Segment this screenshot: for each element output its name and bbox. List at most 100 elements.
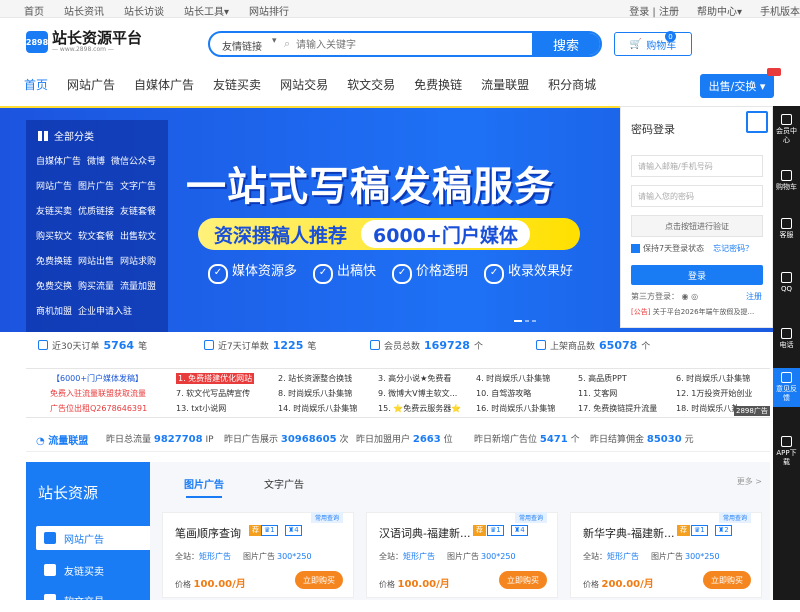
- category-link[interactable]: 商机加盟: [36, 304, 72, 317]
- ad-card[interactable]: 常用查询 笔画顺序查询 荐 ♛1 ♜4 全站：矩形广告 图片广告 300*250 价…: [162, 512, 354, 598]
- wechat-icon[interactable]: ◎: [691, 292, 698, 301]
- ad-card[interactable]: 常用查询 汉语词典-福建新... 荐 ♛1 ♜4 全站：矩形广告 图片广告 300*…: [366, 512, 558, 598]
- resources-menu-site-ads[interactable]: 网站广告: [36, 526, 150, 550]
- category-link[interactable]: 出售软文: [120, 229, 156, 242]
- search-category-select[interactable]: 友情链接: [222, 38, 262, 53]
- search-input[interactable]: [296, 37, 526, 53]
- text-ad[interactable]: 15. ⭐免费云服务器⭐: [378, 403, 461, 414]
- account-field[interactable]: 请输入邮箱/手机号码: [631, 155, 763, 177]
- category-link[interactable]: 免费交换: [36, 279, 72, 292]
- mobile-version-link[interactable]: 手机版本: [760, 3, 800, 18]
- password-field[interactable]: 请输入您的密码: [631, 185, 763, 207]
- text-ad[interactable]: 5. 高品质PPT: [578, 373, 627, 384]
- top-link-news[interactable]: 站长资讯: [64, 3, 104, 18]
- traffic-union-title[interactable]: ◔ 流量联盟: [36, 432, 88, 447]
- nav-item-links[interactable]: 友链买卖: [213, 76, 261, 93]
- top-link-home[interactable]: 首页: [24, 3, 44, 18]
- top-link-tools[interactable]: 站长工具▾: [184, 3, 229, 18]
- resources-menu-links[interactable]: 友链买卖: [36, 558, 150, 582]
- text-ad[interactable]: 4. 时尚娱乐八卦集锦: [476, 373, 550, 384]
- login-register-link[interactable]: 登录 | 注册: [629, 3, 679, 18]
- card-name[interactable]: 笔画顺序查询: [175, 525, 241, 541]
- buy-now-button[interactable]: 立即购买: [295, 571, 343, 589]
- top-link-interview[interactable]: 站长访谈: [124, 3, 164, 18]
- chevron-down-icon[interactable]: ▾: [272, 36, 277, 46]
- text-ad[interactable]: 2. 站长资源整合换钱: [278, 373, 352, 384]
- text-ad[interactable]: 1. 免费搭建优化网站: [176, 373, 255, 384]
- text-ad[interactable]: 10. 自驾游攻略: [476, 388, 531, 399]
- carousel-dot[interactable]: [514, 320, 522, 322]
- text-ad[interactable]: 17. 免费换链提升流量: [578, 403, 657, 414]
- text-ad[interactable]: 6. 时尚娱乐八卦集锦: [676, 373, 750, 384]
- buy-now-button[interactable]: 立即购买: [499, 571, 547, 589]
- login-button[interactable]: 登录: [631, 265, 763, 285]
- category-link[interactable]: 优质链接: [78, 204, 114, 217]
- category-link[interactable]: 软文套餐: [78, 229, 114, 242]
- cart-button[interactable]: 🛒 购物车 0: [614, 31, 692, 56]
- forgot-password-link[interactable]: 忘记密码？: [713, 243, 753, 254]
- nav-item-site-ads[interactable]: 网站广告: [67, 76, 115, 93]
- sidebar-cart[interactable]: 购物车: [773, 170, 800, 192]
- sidebar-phone[interactable]: 电话: [773, 328, 800, 350]
- carousel-dot[interactable]: [532, 320, 536, 322]
- category-link[interactable]: 网站广告: [36, 179, 72, 192]
- help-center-link[interactable]: 帮助中心▾: [697, 3, 742, 18]
- category-link[interactable]: 友链套餐: [120, 204, 156, 217]
- category-link[interactable]: 自媒体广告: [36, 154, 81, 167]
- nav-item-points-mall[interactable]: 积分商城: [548, 76, 596, 93]
- category-link[interactable]: 微信公众号: [111, 154, 156, 167]
- text-ad[interactable]: 3. 高分小说★免费看: [378, 373, 451, 384]
- category-link[interactable]: 购买流量: [78, 279, 114, 292]
- nav-item-home[interactable]: 首页: [24, 76, 48, 93]
- category-link[interactable]: 图片广告: [78, 179, 114, 192]
- sidebar-feedback[interactable]: 意见反馈: [773, 368, 800, 407]
- more-link[interactable]: 更多 >: [737, 476, 762, 487]
- text-ad[interactable]: 11. 艾客网: [578, 388, 617, 399]
- nav-item-media-ads[interactable]: 自媒体广告: [134, 76, 194, 93]
- text-ad[interactable]: 7. 软文代写品牌宣传: [176, 388, 250, 399]
- buy-now-button[interactable]: 立即购买: [703, 571, 751, 589]
- carousel-dots[interactable]: [514, 320, 536, 322]
- sidebar-app-download[interactable]: APP下载: [773, 436, 800, 467]
- text-ad[interactable]: 9. 微博大V博主软文...: [378, 388, 457, 399]
- text-ad[interactable]: 8. 时尚娱乐八卦集锦: [278, 388, 352, 399]
- category-link[interactable]: 友链买卖: [36, 204, 72, 217]
- nav-item-site-trade[interactable]: 网站交易: [280, 76, 328, 93]
- category-link[interactable]: 网站出售: [78, 254, 114, 267]
- tab-text-ads[interactable]: 文字广告: [264, 476, 304, 491]
- text-ad[interactable]: 13. txt小说网: [176, 403, 226, 414]
- nav-item-article-trade[interactable]: 软文交易: [347, 76, 395, 93]
- notice[interactable]: [公告] 关于平台2026年端午放假及提...: [631, 307, 754, 317]
- resources-menu-articles[interactable]: 软文交易: [36, 588, 150, 612]
- category-link[interactable]: 免费换链: [36, 254, 72, 267]
- text-ad[interactable]: 14. 时尚娱乐八卦集锦: [278, 403, 357, 414]
- card-name[interactable]: 汉语词典-福建新...: [379, 525, 470, 541]
- tab-image-ads[interactable]: 图片广告: [184, 476, 224, 491]
- sell-exchange-button[interactable]: 出售/交换 ▾: [700, 74, 774, 98]
- text-ad[interactable]: 16. 时尚娱乐八卦集锦: [476, 403, 555, 414]
- nav-item-free-exchange[interactable]: 免费换链: [414, 76, 462, 93]
- text-ad[interactable]: 免费入驻流量联盟获取流量: [50, 388, 146, 399]
- text-ad[interactable]: 【6000+门户媒体发稿】: [52, 373, 143, 384]
- top-link-ranking[interactable]: 网站排行: [249, 3, 289, 18]
- category-link[interactable]: 微博: [87, 154, 105, 167]
- text-ad[interactable]: 12. 1万投资开始创业: [676, 388, 752, 399]
- category-link[interactable]: 流量加盟: [120, 279, 156, 292]
- remember-login[interactable]: 保持7天登录状态 忘记密码？: [631, 243, 753, 254]
- ad-card[interactable]: 常用查询 新华字典-福建新... 荐 ♛1 ♜2 全站：矩形广告 图片广告 300*…: [570, 512, 762, 598]
- card-name[interactable]: 新华字典-福建新...: [583, 525, 674, 541]
- category-link[interactable]: 企业申请入驻: [78, 304, 132, 317]
- sidebar-qq[interactable]: QQ: [773, 272, 800, 294]
- text-ad[interactable]: 广告位出租Q2678646391: [50, 403, 147, 414]
- category-link[interactable]: 网站求购: [120, 254, 156, 267]
- verify-button[interactable]: 点击按钮进行验证: [631, 215, 763, 237]
- register-link[interactable]: 注册: [746, 291, 762, 302]
- carousel-dot[interactable]: [525, 320, 529, 322]
- sidebar-member-center[interactable]: 会员中心: [773, 114, 800, 145]
- sidebar-service[interactable]: 客服: [773, 218, 800, 240]
- qq-icon[interactable]: ◉: [682, 292, 689, 301]
- qr-code-icon[interactable]: [746, 111, 768, 133]
- category-link[interactable]: 购买软文: [36, 229, 72, 242]
- search-button[interactable]: 搜索: [532, 33, 600, 55]
- checkbox-icon[interactable]: [631, 244, 640, 253]
